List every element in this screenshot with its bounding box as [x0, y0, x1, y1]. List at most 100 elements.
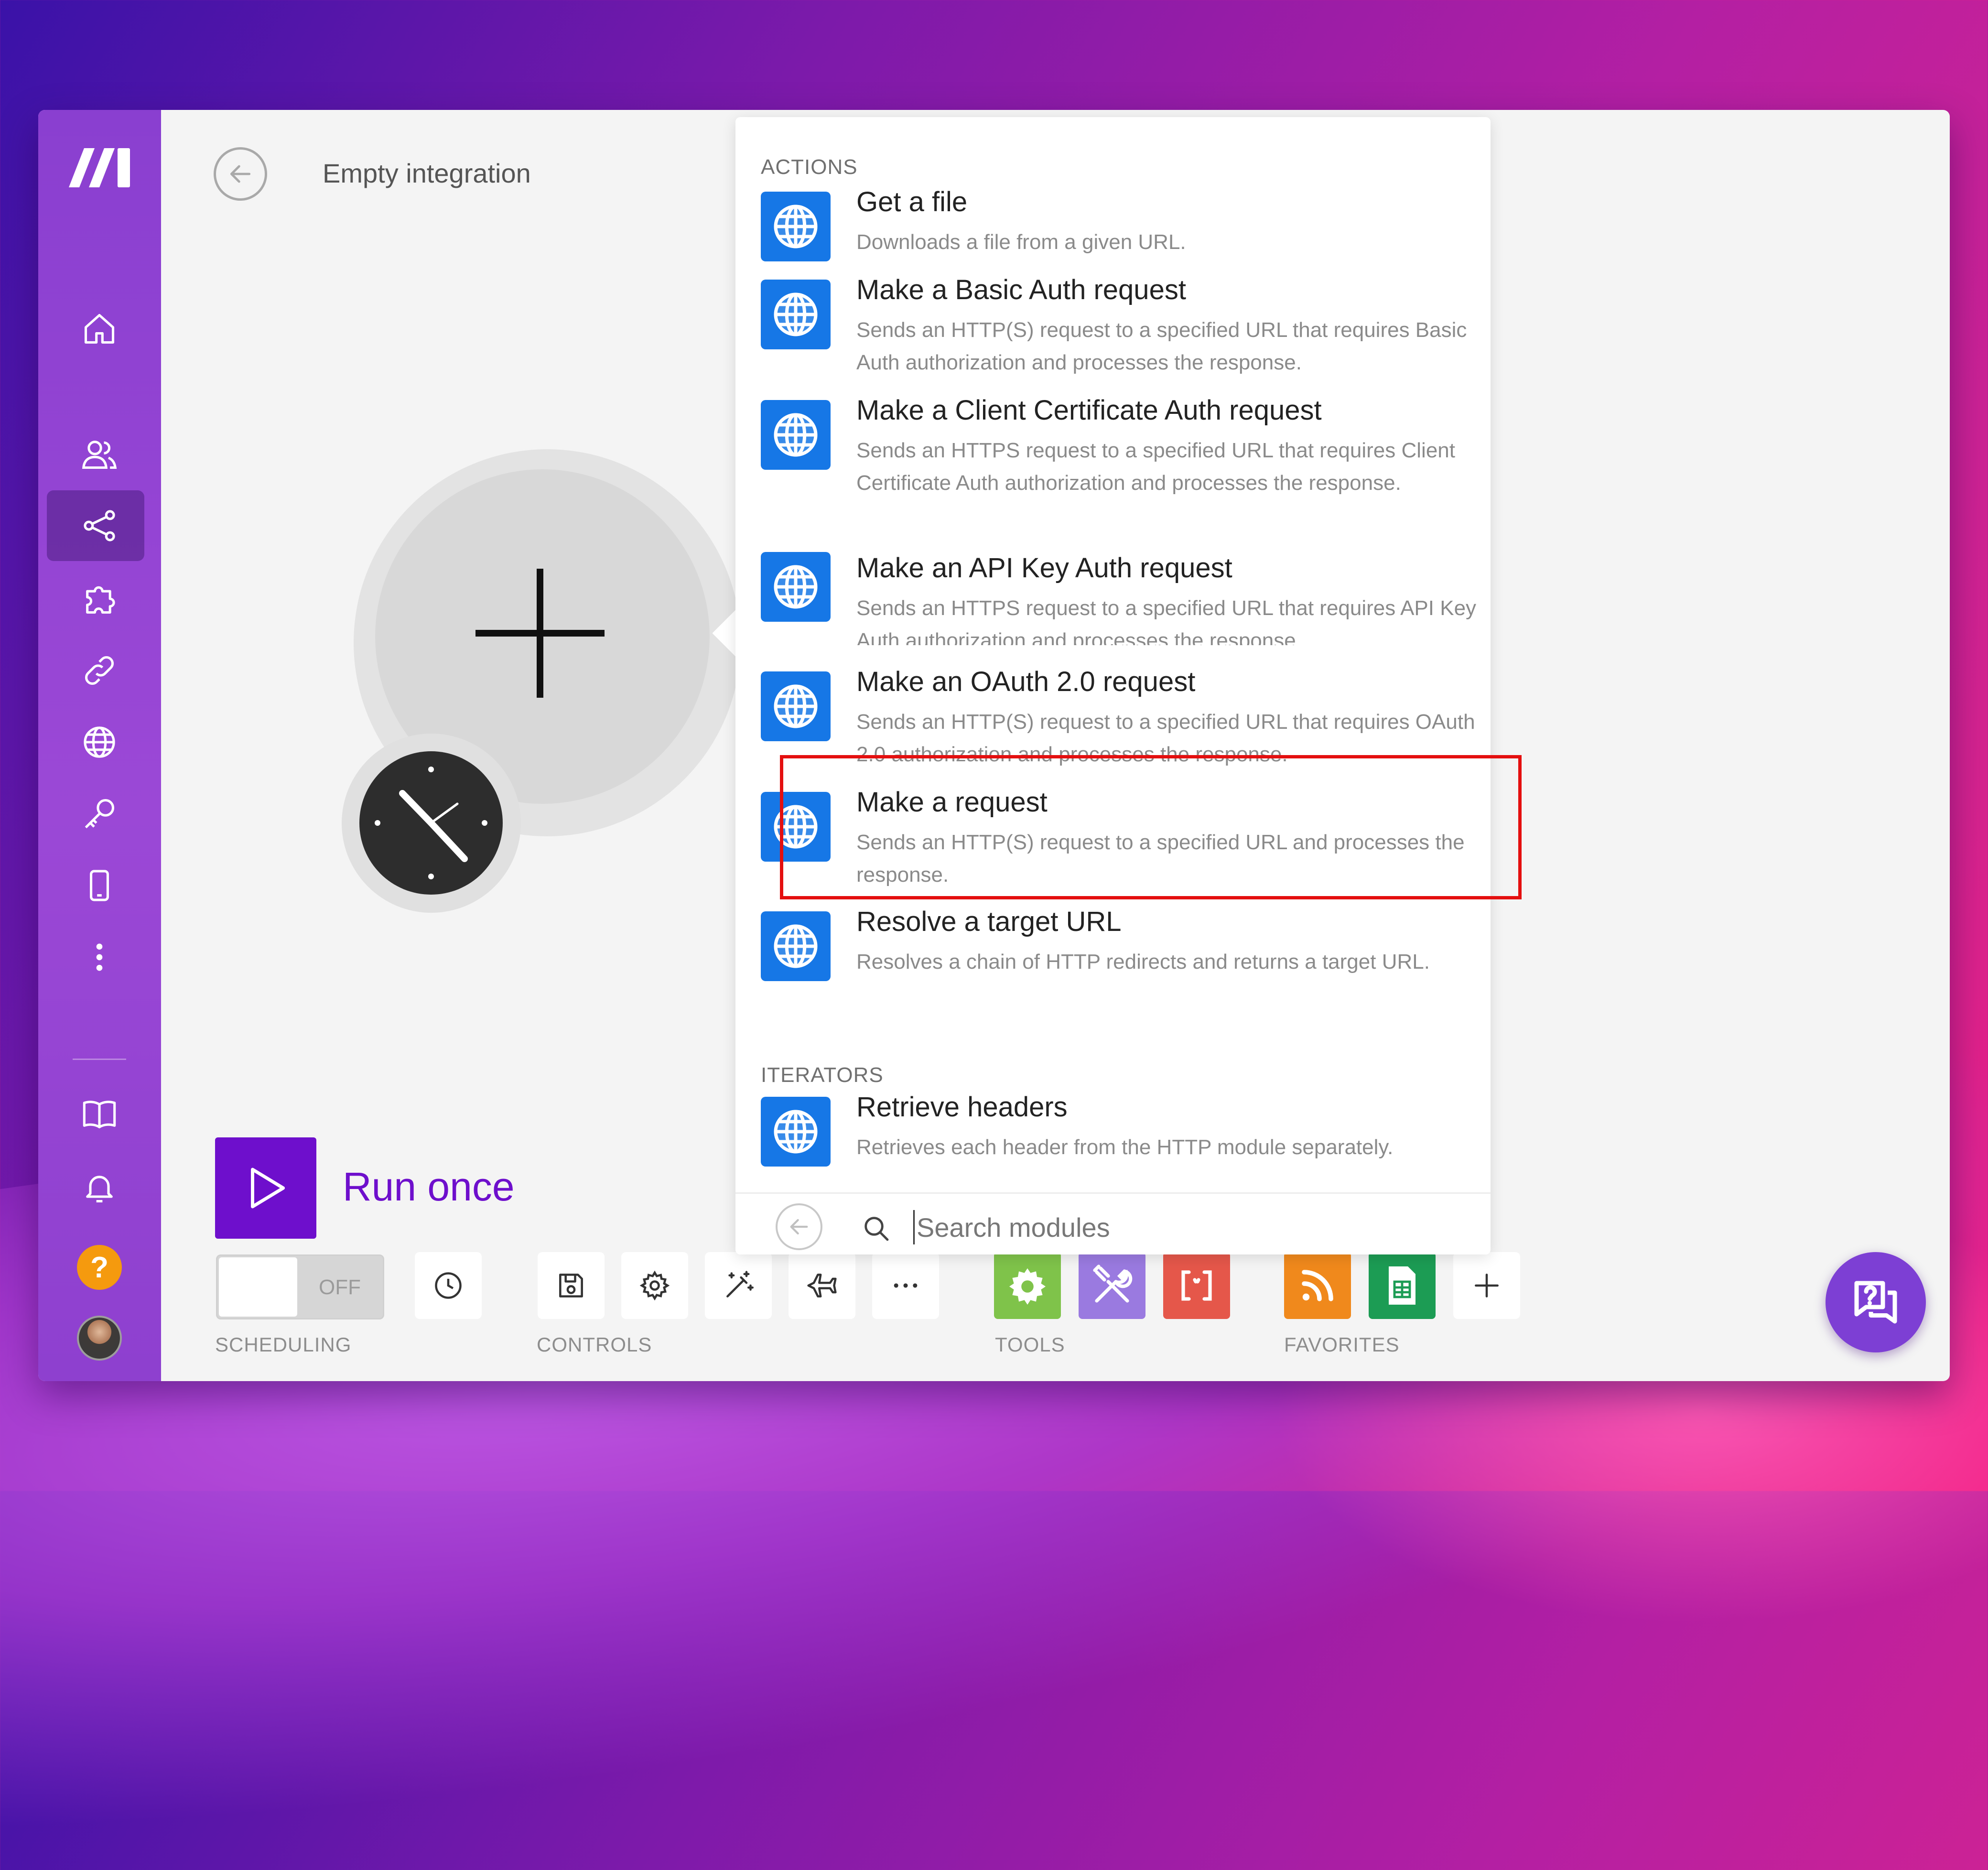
arrow-left-icon [230, 165, 251, 183]
airplane-icon [807, 1274, 837, 1297]
gear-icon [639, 1270, 670, 1301]
sidebar-item-connections[interactable] [76, 647, 123, 694]
favorite-rss-button[interactable] [1284, 1252, 1351, 1319]
favorites-label: FAVORITES [1284, 1333, 1400, 1356]
highlight-box [780, 755, 1522, 899]
module-item-get-a-file[interactable]: Get a file Downloads a file from a given… [761, 186, 1478, 263]
sidebar-item-docs[interactable] [76, 1090, 123, 1137]
back-button[interactable] [214, 147, 267, 201]
bell-icon [86, 1176, 113, 1203]
module-item-basic-auth[interactable]: Make a Basic Auth request Sends an HTTP(… [761, 274, 1478, 385]
book-icon [83, 1101, 116, 1129]
plus-icon [1475, 1274, 1499, 1297]
sidebar-item-more[interactable] [76, 933, 123, 981]
help-button[interactable]: ? [77, 1245, 122, 1290]
module-description: Retrieves each header from the HTTP modu… [856, 1135, 1394, 1159]
run-once-label[interactable]: Run once [343, 1164, 515, 1210]
http-module-icon [761, 192, 831, 261]
module-title: Make an OAuth 2.0 request [856, 666, 1196, 697]
rss-icon [1302, 1270, 1333, 1301]
more-horizontal-icon [894, 1283, 918, 1288]
puzzle-icon [86, 586, 115, 614]
module-title: Get a file [856, 186, 968, 217]
module-search-bar [735, 1192, 1491, 1256]
users-icon [82, 441, 117, 469]
gear-icon [1009, 1268, 1046, 1305]
arrow-left-icon [790, 1219, 808, 1235]
wrench-screwdriver-icon [1093, 1265, 1133, 1303]
module-item-resolve-target-url[interactable]: Resolve a target URL Resolves a chain of… [761, 906, 1478, 1007]
scheduling-toggle[interactable]: OFF [216, 1254, 384, 1319]
tools-flow-control-button[interactable] [994, 1252, 1061, 1319]
globe-icon [774, 565, 818, 609]
schedule-settings-button[interactable] [415, 1252, 482, 1319]
more-vertical-icon [96, 943, 103, 971]
settings-button[interactable] [621, 1252, 688, 1319]
json-icon [1181, 1270, 1212, 1301]
schedule-clock[interactable] [359, 751, 503, 895]
module-item-retrieve-headers[interactable]: Retrieve headers Retrieves each header f… [761, 1092, 1478, 1168]
module-description: Resolves a chain of HTTP redirects and r… [856, 950, 1430, 973]
globe-icon [774, 413, 818, 457]
chat-support-button[interactable] [1826, 1252, 1926, 1352]
page-title[interactable]: Empty integration [323, 158, 531, 189]
sidebar-item-webhooks[interactable] [76, 718, 123, 766]
sidebar-item-scenarios[interactable] [76, 502, 123, 550]
search-icon [864, 1217, 889, 1241]
share-icon [84, 510, 115, 541]
section-title-iterators: ITERATORS [761, 1063, 884, 1087]
home-icon [84, 313, 115, 344]
auto-align-button[interactable] [705, 1252, 772, 1319]
globe-icon [774, 684, 818, 728]
module-title: Make a Client Certificate Auth request [856, 395, 1322, 426]
clock-icon [375, 767, 487, 879]
sidebar-item-notifications[interactable] [76, 1164, 123, 1211]
run-once-button[interactable] [215, 1137, 316, 1239]
http-module-icon [761, 552, 831, 622]
key-icon [85, 799, 115, 829]
tools-tools-button[interactable] [1079, 1252, 1145, 1319]
module-picker-popover: ACTIONS Get a file Downloads a file from… [735, 117, 1491, 1254]
floppy-icon [559, 1274, 583, 1297]
chat-help-icon [1854, 1281, 1897, 1324]
http-module-icon [761, 1097, 831, 1167]
module-description: Downloads a file from a given URL. [856, 230, 1186, 254]
search-input[interactable] [913, 1210, 1443, 1244]
play-icon [251, 1167, 285, 1209]
module-item-client-certificate-auth[interactable]: Make a Client Certificate Auth request S… [761, 395, 1478, 539]
more-controls-button[interactable] [872, 1252, 939, 1319]
clock-outline-icon [435, 1272, 462, 1299]
tools-json-button[interactable] [1163, 1252, 1230, 1319]
magic-wand-icon [726, 1271, 754, 1297]
sidebar-item-keys[interactable] [76, 790, 123, 838]
globe-icon [774, 1110, 818, 1154]
globe-icon [774, 924, 818, 968]
module-description: Sends an HTTPS request to a specified UR… [856, 439, 1455, 495]
sidebar-item-templates[interactable] [76, 575, 123, 623]
scheduling-label: SCHEDULING [215, 1333, 352, 1356]
http-module-icon [761, 280, 831, 349]
favorite-google-sheets-button[interactable] [1369, 1252, 1436, 1319]
sidebar-item-devices[interactable] [76, 862, 123, 909]
save-button[interactable] [538, 1252, 605, 1319]
sidebar: ? [38, 110, 161, 1381]
http-module-icon [761, 671, 831, 741]
toggle-knob [219, 1257, 297, 1317]
globe-icon [774, 205, 818, 249]
add-favorite-button[interactable] [1453, 1252, 1520, 1319]
sidebar-item-home[interactable] [76, 305, 123, 353]
plus-icon [475, 569, 605, 698]
module-title: Make an API Key Auth request [856, 552, 1232, 584]
explain-flow-button[interactable] [789, 1252, 855, 1319]
avatar[interactable] [77, 1316, 122, 1361]
module-item-api-key-auth[interactable]: Make an API Key Auth request Sends an HT… [761, 552, 1478, 645]
tools-label: TOOLS [995, 1333, 1065, 1356]
make-logo[interactable] [65, 143, 135, 191]
sidebar-item-team[interactable] [76, 430, 123, 478]
module-description: Sends an HTTPS request to a specified UR… [856, 596, 1477, 645]
globe-icon [84, 726, 115, 758]
search-back-button[interactable] [776, 1203, 822, 1250]
module-title: Resolve a target URL [856, 906, 1122, 937]
module-item-oauth2[interactable]: Make an OAuth 2.0 request Sends an HTTP(… [761, 666, 1478, 767]
section-title-actions: ACTIONS [761, 155, 858, 179]
